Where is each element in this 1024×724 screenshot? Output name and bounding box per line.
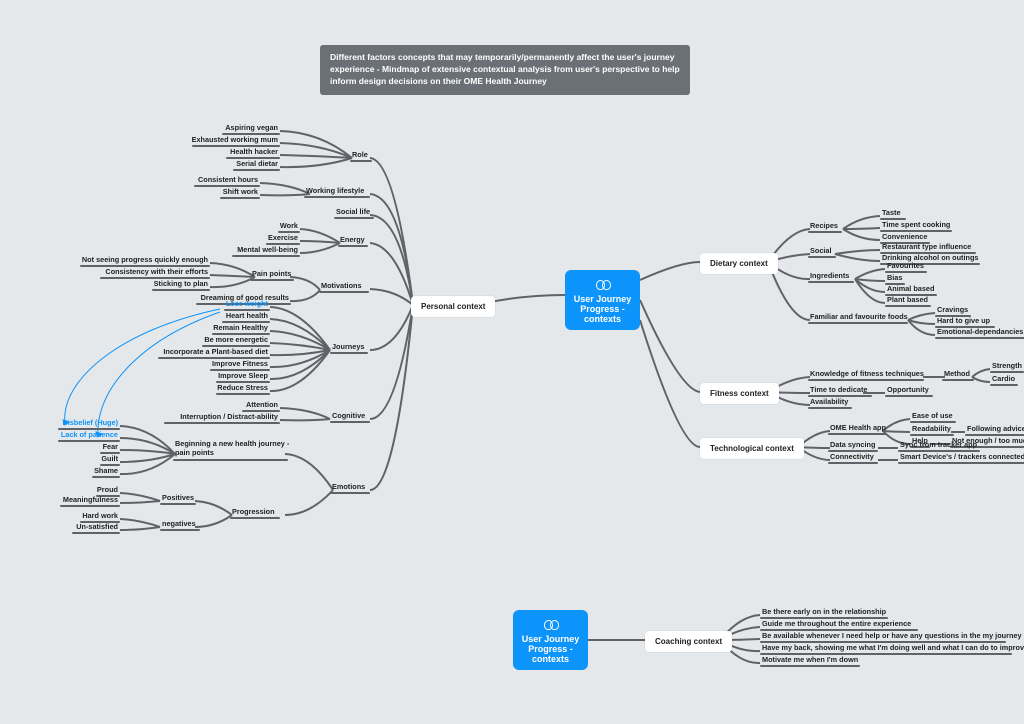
leaf[interactable]: Incorporate a Plant-based diet <box>163 347 268 357</box>
leaf[interactable]: Favourites <box>887 261 924 271</box>
leaf-lack-patience[interactable]: Lack of patience <box>61 430 118 440</box>
users-icon <box>542 617 560 631</box>
leaf[interactable]: Restaurant type influence <box>882 242 971 252</box>
leaf[interactable]: Improve Sleep <box>218 371 268 381</box>
leaf[interactable]: Un-satisfied <box>76 522 118 532</box>
leaf[interactable]: Be available whenever I need help or hav… <box>762 631 1022 641</box>
ctx-coaching[interactable]: Coaching context <box>645 631 732 652</box>
leaf[interactable]: Shift work <box>223 187 258 197</box>
branch-energy[interactable]: Energy <box>340 235 365 245</box>
description-banner: Different factors concepts that may temp… <box>320 45 690 95</box>
branch-familiar[interactable]: Familiar and favourite foods <box>810 312 908 322</box>
leaf[interactable]: Bias <box>887 273 902 283</box>
leaf[interactable]: Improve Fitness <box>212 359 268 369</box>
leaf[interactable]: Convenience <box>882 232 927 242</box>
branch-emotions[interactable]: Emotions <box>332 482 365 492</box>
leaf[interactable]: Heart health <box>226 311 268 321</box>
branch-role[interactable]: Role <box>352 150 368 160</box>
ctx-dietary[interactable]: Dietary context <box>700 253 778 274</box>
leaf[interactable]: Guide me throughout the entire experienc… <box>762 619 911 629</box>
leaf[interactable]: Meaningfulness <box>63 495 118 505</box>
leaf[interactable]: Health hacker <box>230 147 278 157</box>
leaf[interactable]: Smart Device's / trackers connected <box>900 452 1024 462</box>
leaf[interactable]: Sticking to plan <box>154 279 208 289</box>
ctx-personal[interactable]: Personal context <box>411 296 495 317</box>
center-node-main[interactable]: User Journey Progress - contexts <box>565 270 640 330</box>
branch-social-d[interactable]: Social <box>810 246 832 256</box>
leaf[interactable]: Time spent cooking <box>882 220 950 230</box>
center-node-secondary[interactable]: User Journey Progress - contexts <box>513 610 588 670</box>
branch-negatives[interactable]: negatives <box>162 519 196 529</box>
leaf[interactable]: Guilt <box>101 454 118 464</box>
leaf[interactable]: Shame <box>94 466 118 476</box>
leaf[interactable]: Readability <box>912 424 951 434</box>
leaf[interactable]: Ease of use <box>912 411 953 421</box>
leaf[interactable]: Availability <box>810 397 848 407</box>
leaf[interactable]: Interruption / Distract-ability <box>180 412 278 422</box>
leaf[interactable]: Taste <box>882 208 901 218</box>
branch-working[interactable]: Working lifestyle <box>306 186 364 196</box>
leaf[interactable]: Fear <box>103 442 118 452</box>
leaf[interactable]: Not seeing progress quickly enough <box>82 255 208 265</box>
leaf[interactable]: Hard work <box>82 511 118 521</box>
branch-journeys[interactable]: Journeys <box>332 342 364 352</box>
center-node-label: User Journey Progress - contexts <box>522 634 580 664</box>
branch-positives[interactable]: Positives <box>162 493 194 503</box>
leaf[interactable]: Aspiring vegan <box>225 123 278 133</box>
leaf[interactable]: Reduce Stress <box>217 383 268 393</box>
ctx-fitness[interactable]: Fitness context <box>700 383 779 404</box>
leaf[interactable]: Proud <box>97 485 118 495</box>
leaf[interactable]: Have my back, showing me what I'm doing … <box>762 643 1024 653</box>
leaf[interactable]: Cravings <box>937 305 968 315</box>
branch-recipes[interactable]: Recipes <box>810 221 838 231</box>
branch-sync[interactable]: Data syncing <box>830 440 875 450</box>
leaf[interactable]: Work <box>280 221 298 231</box>
leaf[interactable]: Mental well-being <box>237 245 298 255</box>
leaf[interactable]: Hard to give up <box>937 316 990 326</box>
branch-progression[interactable]: Progression <box>232 507 275 517</box>
branch-painpoints[interactable]: Pain points <box>252 269 291 279</box>
branch-ingredients[interactable]: Ingredients <box>810 271 849 281</box>
leaf[interactable]: Strength <box>992 361 1022 371</box>
branch-connectivity[interactable]: Connectivity <box>830 452 874 462</box>
center-node-label: User Journey Progress - contexts <box>574 294 632 324</box>
branch-app[interactable]: OME Health app <box>830 423 886 433</box>
leaf[interactable]: Time to dedicate <box>810 385 867 395</box>
leaf[interactable]: Cardio <box>992 374 1015 384</box>
leaf[interactable]: Plant based <box>887 295 928 305</box>
leaf[interactable]: Emotional-dependancies <box>937 327 1023 337</box>
leaf[interactable]: Serial dietar <box>236 159 278 169</box>
leaf-lose-weight[interactable]: Lose weight <box>226 299 268 309</box>
ctx-technological[interactable]: Technological context <box>700 438 804 459</box>
leaf[interactable]: Motivate me when I'm down <box>762 655 858 665</box>
leaf[interactable]: Remain Healthy <box>213 323 268 333</box>
branch-cognitive[interactable]: Cognitive <box>332 411 365 421</box>
branch-opportunity[interactable]: Opportunity <box>887 385 929 395</box>
branch-motivations[interactable]: Motivations <box>321 281 362 291</box>
branch-social[interactable]: Social life <box>336 207 370 217</box>
leaf[interactable]: Exhausted working mum <box>192 135 278 145</box>
branch-method[interactable]: Method <box>944 369 970 379</box>
leaf[interactable]: Knowledge of fitness techniques <box>810 369 924 379</box>
leaf[interactable]: Attention <box>246 400 278 410</box>
users-icon <box>594 277 612 291</box>
leaf[interactable]: Animal based <box>887 284 934 294</box>
leaf[interactable]: Exercise <box>268 233 298 243</box>
leaf[interactable]: Sync from tracker app <box>900 440 977 450</box>
branch-beginning[interactable]: Beginning a new health journey - pain po… <box>175 440 289 459</box>
leaf-disbelief[interactable]: Disbelief (Huge) <box>62 418 118 428</box>
leaf[interactable]: Be more energetic <box>204 335 268 345</box>
leaf[interactable]: Following advice <box>967 424 1024 434</box>
leaf[interactable]: Consistent hours <box>198 175 258 185</box>
leaf[interactable]: Consistency with their efforts <box>105 267 208 277</box>
leaf[interactable]: Be there early on in the relationship <box>762 607 886 617</box>
